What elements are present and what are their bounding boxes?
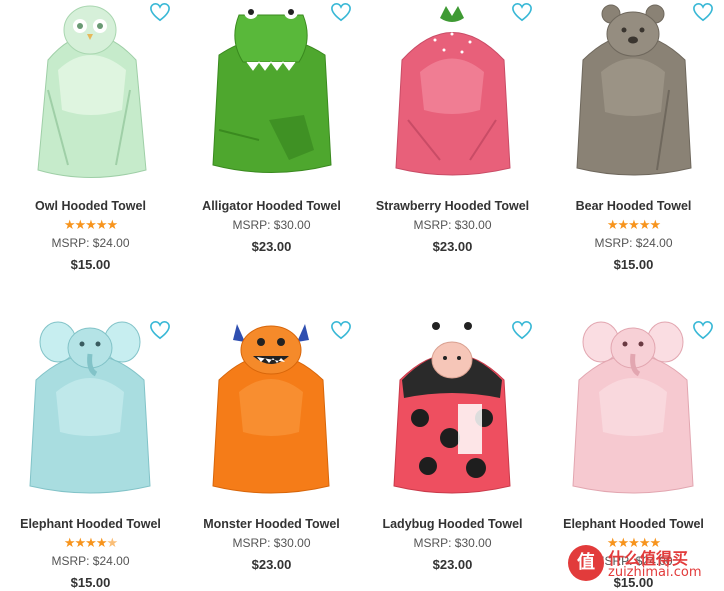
owl-towel-image[interactable] (18, 0, 163, 185)
watermark-url: zuizhimai.com (608, 565, 702, 580)
ladybug-towel-image[interactable] (380, 318, 525, 503)
product-name[interactable]: Monster Hooded Towel (181, 517, 362, 531)
product-price: $15.00 (70, 257, 111, 272)
product-card[interactable]: Ladybug Hooded Towel MSRP: $30.00 $23.00 (362, 318, 543, 591)
pink-elephant-towel-image[interactable] (561, 318, 706, 503)
product-msrp: MSRP: $30.00 (232, 218, 311, 232)
star-icon: ★★★★★ (63, 217, 118, 232)
product-name[interactable]: Ladybug Hooded Towel (362, 517, 543, 531)
product-name[interactable]: Owl Hooded Towel (0, 199, 181, 213)
favorite-heart-icon[interactable] (511, 320, 533, 340)
favorite-heart-icon[interactable] (330, 320, 352, 340)
alligator-towel-image[interactable] (199, 0, 344, 185)
favorite-heart-icon[interactable] (692, 2, 714, 22)
product-name[interactable]: Strawberry Hooded Towel (362, 199, 543, 213)
product-card[interactable]: Monster Hooded Towel MSRP: $30.00 $23.00 (181, 318, 362, 591)
product-name[interactable]: Bear Hooded Towel (543, 199, 724, 213)
product-msrp: MSRP: $24.00 (51, 554, 130, 568)
product-price: $15.00 (70, 575, 111, 590)
half-star-icon: ★ (106, 535, 118, 550)
favorite-heart-icon[interactable] (692, 320, 714, 340)
elephant-towel-image[interactable] (18, 318, 163, 503)
rating-stars: ★★★★★ (543, 217, 724, 233)
star-icon: ★★★★★ (606, 217, 661, 232)
product-price: $23.00 (432, 239, 473, 254)
product-card[interactable]: Owl Hooded Towel ★★★★★ MSRP: $24.00 $15.… (0, 0, 181, 290)
favorite-heart-icon[interactable] (149, 2, 171, 22)
product-price: $23.00 (251, 239, 292, 254)
product-name[interactable]: Elephant Hooded Towel (543, 517, 724, 531)
product-price: $23.00 (432, 557, 473, 572)
strawberry-towel-image[interactable] (380, 0, 525, 185)
product-msrp: MSRP: $24.00 (594, 236, 673, 250)
rating-stars: ★★★★★ (0, 535, 181, 551)
product-grid: Owl Hooded Towel ★★★★★ MSRP: $24.00 $15.… (0, 0, 724, 591)
monster-towel-image[interactable] (199, 318, 344, 503)
product-price: $15.00 (613, 257, 654, 272)
product-card[interactable]: Strawberry Hooded Towel MSRP: $30.00 $23… (362, 0, 543, 290)
product-name[interactable]: Alligator Hooded Towel (181, 199, 362, 213)
product-card[interactable]: Alligator Hooded Towel MSRP: $30.00 $23.… (181, 0, 362, 290)
product-name[interactable]: Elephant Hooded Towel (0, 517, 181, 531)
product-msrp: MSRP: $30.00 (413, 218, 492, 232)
bear-towel-image[interactable] (561, 0, 706, 185)
star-icon: ★★★★ (63, 535, 108, 550)
favorite-heart-icon[interactable] (149, 320, 171, 340)
favorite-heart-icon[interactable] (330, 2, 352, 22)
watermark-badge-icon: 值 (568, 545, 604, 581)
product-price: $23.00 (251, 557, 292, 572)
favorite-heart-icon[interactable] (511, 2, 533, 22)
product-msrp: MSRP: $30.00 (413, 536, 492, 550)
product-msrp: MSRP: $24.00 (51, 236, 130, 250)
site-watermark: 值 什么值得买 zuizhimai.com (568, 545, 718, 585)
product-msrp: MSRP: $30.00 (232, 536, 311, 550)
product-card[interactable]: Bear Hooded Towel ★★★★★ MSRP: $24.00 $15… (543, 0, 724, 290)
product-card[interactable]: Elephant Hooded Towel ★★★★★ MSRP: $24.00… (0, 318, 181, 591)
rating-stars: ★★★★★ (0, 217, 181, 233)
